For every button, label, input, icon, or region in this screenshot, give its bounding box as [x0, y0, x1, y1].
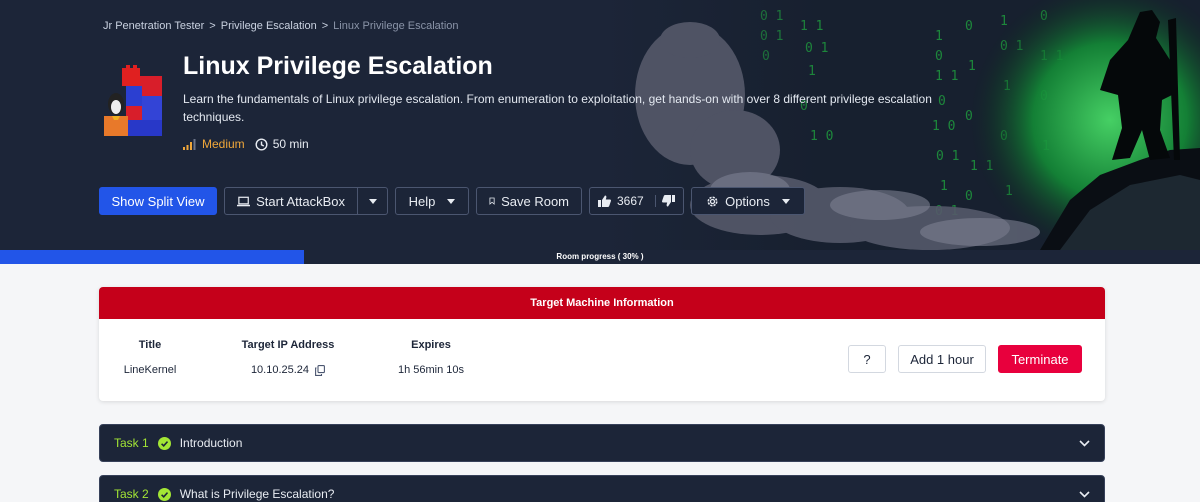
- chevron-down-icon[interactable]: [1079, 490, 1090, 498]
- chevron-down-icon: [368, 198, 377, 204]
- thumbs-up-icon: [598, 195, 611, 207]
- machine-expires-label: Expires: [411, 339, 451, 351]
- svg-text:1: 1: [940, 179, 948, 194]
- machine-expires-column: Expires 1h 56min 10s: [375, 339, 487, 376]
- svg-text:0: 0: [935, 49, 943, 64]
- show-split-view-label: Show Split View: [111, 193, 205, 209]
- signal-bars-icon: [183, 138, 196, 150]
- chevron-down-icon[interactable]: [1079, 439, 1090, 447]
- task-title: Introduction: [179, 436, 243, 450]
- like-dislike-group: 3667: [589, 187, 684, 215]
- attackbox-dropdown-button[interactable]: [358, 187, 388, 215]
- target-machine-card: Target Machine Information Title LineKer…: [99, 287, 1105, 401]
- breadcrumb-item-learning-path[interactable]: Jr Penetration Tester: [103, 20, 204, 32]
- machine-title-value: LineKernel: [123, 364, 177, 376]
- machine-ip-label: Target IP Address: [241, 339, 335, 351]
- machine-help-button[interactable]: ?: [848, 345, 886, 373]
- duration-label: 50 min: [272, 137, 309, 151]
- check-circle-icon: [157, 436, 171, 450]
- options-label: Options: [725, 193, 770, 209]
- bookmark-icon: [489, 197, 495, 205]
- room-toolbar: Show Split View Start AttackBox Help Sav…: [99, 187, 805, 215]
- room-title: Linux Privilege Escalation: [183, 52, 493, 80]
- difficulty-label: Medium: [202, 137, 245, 151]
- like-button[interactable]: 3667: [598, 194, 644, 208]
- room-logo-icon: [104, 65, 162, 136]
- gear-icon: [707, 196, 718, 206]
- task-accordion-item[interactable]: Task 2 What is Privilege Escalation?: [99, 475, 1105, 502]
- room-meta: Medium 50 min: [183, 137, 309, 151]
- start-attackbox-button[interactable]: Start AttackBox: [224, 187, 358, 215]
- add-hour-button[interactable]: Add 1 hour: [898, 345, 986, 373]
- svg-text:1 1: 1 1: [935, 69, 958, 84]
- breadcrumb: Jr Penetration Tester > Privilege Escala…: [103, 20, 459, 32]
- machine-ip-row: 10.10.25.24: [229, 364, 347, 376]
- duration-badge: 50 min: [255, 137, 309, 151]
- room-hero: 0 10 10 1 10 11 01 0 101 1 01 00 1 10 1 …: [0, 0, 1200, 250]
- machine-ip-column: Target IP Address 10.10.25.24: [229, 339, 347, 376]
- breadcrumb-separator: >: [321, 20, 329, 32]
- breadcrumb-item-module[interactable]: Privilege Escalation: [221, 20, 317, 32]
- thumbs-down-icon: [662, 195, 675, 207]
- machine-ip-value[interactable]: 10.10.25.24: [251, 364, 309, 376]
- task-number: Task 2: [114, 487, 149, 501]
- svg-text:0: 0: [965, 19, 973, 34]
- help-label: Help: [408, 193, 436, 209]
- machine-title-column: Title LineKernel: [99, 339, 201, 376]
- chevron-down-icon: [781, 198, 790, 204]
- like-count: 3667: [617, 194, 644, 208]
- room-progress-label: Room progress ( 30% ): [556, 252, 644, 261]
- copy-icon[interactable]: [315, 364, 326, 376]
- breadcrumb-current: Linux Privilege Escalation: [333, 20, 459, 32]
- task-number: Task 1: [114, 436, 149, 450]
- machine-expires-value: 1h 56min 10s: [397, 364, 465, 376]
- task-title: What is Privilege Escalation?: [179, 487, 335, 501]
- terminate-button[interactable]: Terminate: [998, 345, 1082, 373]
- start-attackbox-label: Start AttackBox: [256, 193, 345, 209]
- svg-text:0 1: 0 1: [936, 149, 959, 164]
- check-circle-icon: [157, 487, 171, 501]
- svg-text:0: 0: [965, 189, 973, 204]
- target-machine-header: Target Machine Information: [99, 287, 1105, 319]
- svg-text:1: 1: [935, 29, 943, 44]
- show-split-view-button[interactable]: Show Split View: [99, 187, 217, 215]
- save-room-label: Save Room: [501, 193, 569, 209]
- breadcrumb-separator: >: [209, 20, 216, 32]
- options-dropdown-button[interactable]: Options: [691, 187, 805, 215]
- machine-title-label: Title: [138, 339, 162, 351]
- attackbox-button-group: Start AttackBox: [224, 187, 388, 215]
- room-description: Learn the fundamentals of Linux privileg…: [183, 92, 932, 124]
- task-accordion-item[interactable]: Task 1 Introduction: [99, 424, 1105, 462]
- help-dropdown-button[interactable]: Help: [395, 187, 469, 215]
- room-progress-bar: Room progress ( 30% ): [0, 250, 1200, 264]
- dislike-button[interactable]: [655, 195, 675, 207]
- chevron-down-icon: [447, 198, 456, 204]
- difficulty-badge: Medium: [183, 137, 245, 151]
- clock-icon: [255, 137, 268, 151]
- save-room-button[interactable]: Save Room: [476, 187, 582, 215]
- laptop-icon: [237, 196, 251, 206]
